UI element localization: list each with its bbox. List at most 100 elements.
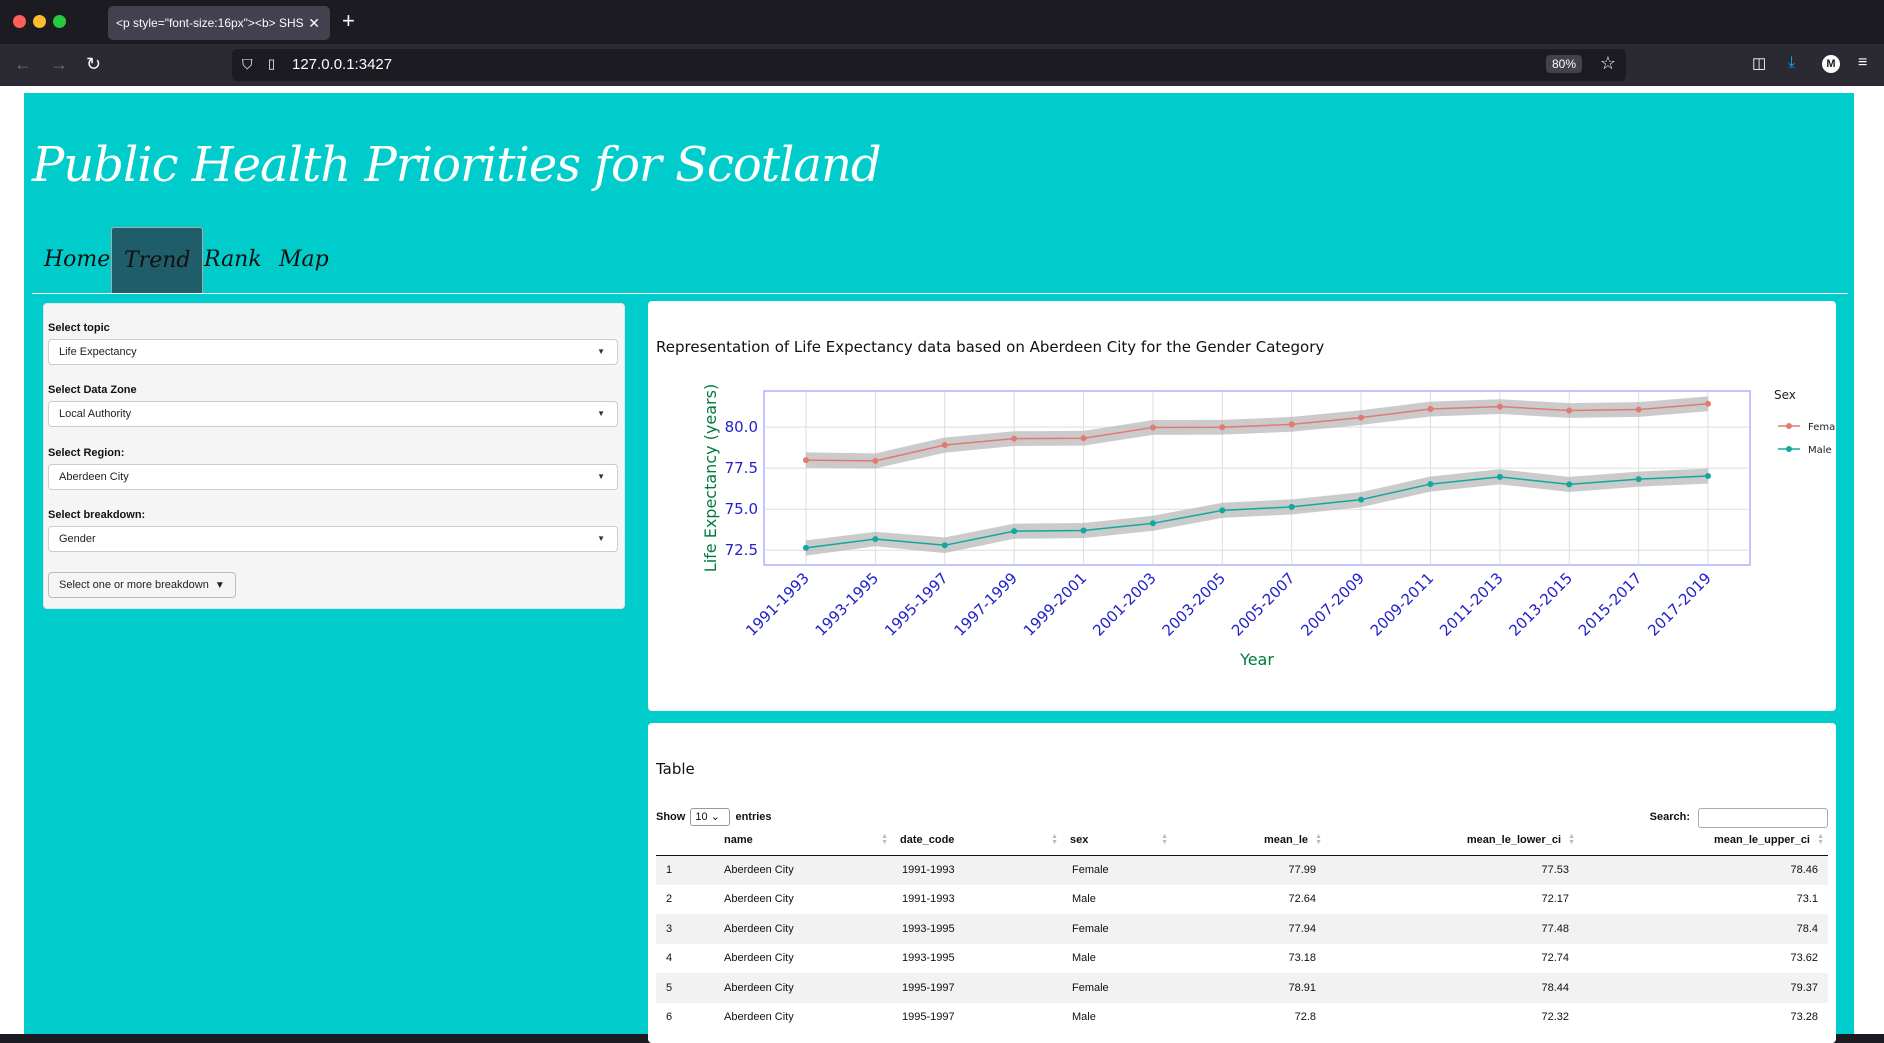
cell-sex: Female bbox=[1062, 914, 1172, 944]
window-close-button[interactable] bbox=[13, 15, 26, 28]
legend-title: Sex bbox=[1774, 388, 1796, 402]
back-icon[interactable]: ← bbox=[14, 54, 32, 75]
column-header-mean-le[interactable]: mean_le ▲ ▼ bbox=[1172, 825, 1326, 856]
column-header-mean-le-lower-ci[interactable]: mean_le_lower_ci ▲ ▼ bbox=[1326, 825, 1579, 856]
cell-index: 4 bbox=[666, 952, 673, 965]
cell-name: Aberdeen City bbox=[724, 952, 794, 965]
cell-name: Aberdeen City bbox=[724, 893, 794, 906]
cell-lower-ci: 77.48 bbox=[1326, 914, 1579, 944]
legend-label: Male bbox=[1808, 445, 1832, 456]
tab-trend[interactable]: Trend bbox=[111, 227, 204, 293]
data-table: name ▲ ▼ date_code ▲ ▼ sex ▲ ▼ mean_le ▲ ▼ mean_… bbox=[656, 825, 1828, 1032]
forward-icon[interactable]: → bbox=[50, 54, 68, 75]
entries-select[interactable]: 10 ⌄ bbox=[690, 808, 731, 826]
window-zoom-button[interactable] bbox=[53, 15, 66, 28]
data-point bbox=[803, 457, 809, 464]
cell-mean-le: 73.18 bbox=[1288, 952, 1316, 965]
table-row[interactable]: 5 Aberdeen City 1995-1997 Female 78.91 7… bbox=[656, 973, 1828, 1003]
tab-rank[interactable]: Rank bbox=[192, 227, 274, 293]
cell-lower-ci: 72.17 bbox=[1541, 893, 1569, 906]
data-point bbox=[1566, 481, 1573, 488]
cell-upper-ci: 79.37 bbox=[1579, 973, 1828, 1003]
topic-select[interactable]: Life Expectancy ▼ bbox=[48, 339, 618, 365]
cell-mean-le: 72.8 bbox=[1294, 1011, 1316, 1024]
show-label: Show bbox=[656, 810, 686, 823]
x-tick-label: 1999-2001 bbox=[1020, 569, 1091, 640]
sort-arrows-icon: ▲ ▼ bbox=[1051, 833, 1058, 846]
zone-select[interactable]: Local Authority ▼ bbox=[48, 401, 618, 427]
column-header-date-code[interactable]: date_code ▲ ▼ bbox=[892, 825, 1062, 856]
address-bar[interactable]: ⛉ ▯ 127.0.0.1:3427 80% ☆ bbox=[232, 49, 1626, 81]
table-row[interactable]: 6 Aberdeen City 1995-1997 Male 72.8 72.3… bbox=[656, 1003, 1828, 1033]
cell-upper-ci: 78.4 bbox=[1579, 914, 1828, 944]
data-point bbox=[1219, 424, 1226, 431]
breakdown-select[interactable]: Gender ▼ bbox=[48, 526, 618, 552]
y-tick-label: 77.5 bbox=[725, 459, 758, 477]
new-tab-icon[interactable]: + bbox=[342, 8, 355, 34]
data-point bbox=[1427, 406, 1434, 413]
page-viewport: Public Health Priorities for Scotland Ho… bbox=[0, 86, 1884, 1043]
cell-date-code: 1991-1993 bbox=[892, 855, 1062, 885]
window-minimize-button[interactable] bbox=[33, 15, 46, 28]
menu-icon[interactable]: ≡ bbox=[1858, 54, 1867, 72]
breakdown-multiselect-label: Select one or more breakdown bbox=[59, 579, 209, 591]
sort-arrows-icon: ▲ ▼ bbox=[1817, 833, 1824, 846]
tab-close-icon[interactable]: ✕ bbox=[308, 6, 320, 40]
table-row[interactable]: 2 Aberdeen City 1991-1993 Male 72.64 72.… bbox=[656, 885, 1828, 915]
sort-arrows-icon: ▲ ▼ bbox=[881, 833, 888, 846]
x-tick-label: 1997-1999 bbox=[950, 569, 1021, 640]
x-tick-label: 1991-1993 bbox=[742, 569, 813, 640]
column-header-mean-le-upper-ci[interactable]: mean_le_upper_ci ▲ ▼ bbox=[1579, 825, 1828, 856]
chart-panel: Representation of Life Expectancy data b… bbox=[648, 301, 1836, 711]
data-point bbox=[803, 544, 809, 551]
sort-arrows-icon: ▲ ▼ bbox=[1568, 833, 1575, 846]
x-tick-label: 2005-2007 bbox=[1228, 569, 1299, 640]
entries-select-value: 10 bbox=[695, 811, 708, 823]
caret-down-icon: ▼ bbox=[214, 580, 225, 591]
cell-lower-ci: 72.32 bbox=[1541, 1011, 1569, 1024]
data-point bbox=[1496, 473, 1503, 480]
shield-icon[interactable]: ⛉ bbox=[242, 56, 253, 73]
chevron-down-icon: ▼ bbox=[597, 472, 605, 481]
pocket-icon[interactable]: ◫ bbox=[1752, 54, 1766, 72]
breakdown-multiselect-button[interactable]: Select one or more breakdown ▼ bbox=[48, 572, 236, 598]
x-tick-label: 1993-1995 bbox=[812, 569, 883, 640]
page-icon: ▯ bbox=[268, 56, 276, 71]
data-point bbox=[1149, 424, 1156, 431]
tab-home[interactable]: Home bbox=[32, 227, 122, 293]
table-row[interactable]: 3 Aberdeen City 1993-1995 Female 77.94 7… bbox=[656, 914, 1828, 944]
cell-date-code: 1993-1995 bbox=[902, 952, 955, 965]
reload-icon[interactable]: ↻ bbox=[86, 54, 101, 75]
table-panel: Table Show 10 ⌄ entries Search: name ▲ ▼ d… bbox=[648, 723, 1836, 1043]
life-expectancy-chart[interactable]: 72.5 75.0 77.5 80.0 1991-19931993-19951995-1… bbox=[648, 301, 1836, 711]
data-point bbox=[1080, 527, 1087, 534]
cell-index: 1 bbox=[656, 855, 714, 885]
zoom-level-badge[interactable]: 80% bbox=[1545, 55, 1582, 73]
search-label: Search: bbox=[1649, 811, 1690, 823]
cell-date-code: 1991-1993 bbox=[902, 893, 955, 906]
sort-arrows-icon: ▲ ▼ bbox=[1315, 833, 1322, 846]
tab-map[interactable]: Map bbox=[267, 227, 341, 293]
column-header-name[interactable]: name ▲ ▼ bbox=[714, 825, 892, 856]
cell-date-code: 1995-1997 bbox=[902, 1011, 955, 1024]
cell-sex: Male bbox=[1072, 952, 1096, 965]
table-row[interactable]: 4 Aberdeen City 1993-1995 Male 73.18 72.… bbox=[656, 944, 1828, 974]
data-point bbox=[1219, 507, 1226, 514]
data-point bbox=[1358, 414, 1365, 421]
column-header-index[interactable] bbox=[656, 825, 714, 856]
legend-marker bbox=[1786, 423, 1792, 429]
table-header-row: name ▲ ▼ date_code ▲ ▼ sex ▲ ▼ mean_le ▲ ▼ mean_… bbox=[656, 825, 1828, 856]
cell-lower-ci: 77.53 bbox=[1326, 855, 1579, 885]
region-select[interactable]: Aberdeen City ▼ bbox=[48, 464, 618, 490]
download-icon[interactable]: ⤓ bbox=[1788, 54, 1795, 72]
browser-tab-strip: <p style="font-size:16px"><b> SHS ✕ + bbox=[0, 0, 1884, 44]
browser-tab[interactable]: <p style="font-size:16px"><b> SHS ✕ bbox=[108, 6, 330, 40]
filter-sidebar: Select topic Life Expectancy ▼ Select Da… bbox=[43, 303, 625, 609]
tab-divider bbox=[32, 293, 1848, 294]
column-header-sex[interactable]: sex ▲ ▼ bbox=[1062, 825, 1172, 856]
x-tick-label: 2007-2009 bbox=[1297, 569, 1368, 640]
table-row[interactable]: 1 Aberdeen City 1991-1993 Female 77.99 7… bbox=[656, 855, 1828, 885]
bookmark-star-icon[interactable]: ☆ bbox=[1600, 53, 1616, 74]
account-avatar[interactable]: M bbox=[1822, 55, 1840, 73]
cell-index: 5 bbox=[656, 973, 714, 1003]
